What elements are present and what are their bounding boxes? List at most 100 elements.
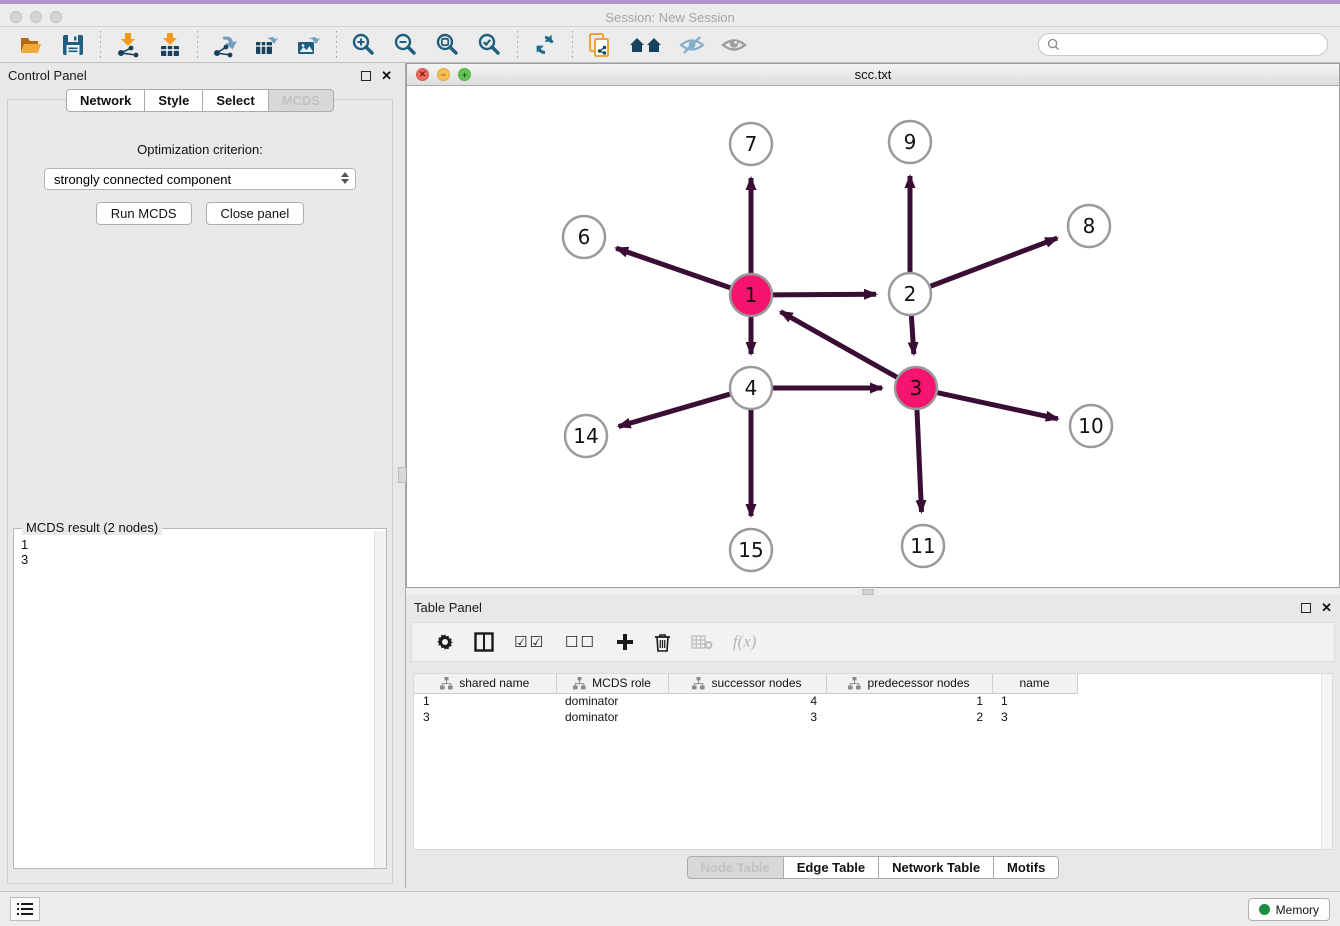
save-session-icon[interactable] bbox=[60, 32, 86, 58]
export-image-icon[interactable] bbox=[296, 32, 322, 58]
delete-icon[interactable] bbox=[654, 633, 671, 652]
run-mcds-button[interactable]: Run MCDS bbox=[96, 202, 192, 225]
mcds-result-text[interactable]: 1 3 bbox=[14, 531, 374, 868]
edge-2-8[interactable] bbox=[928, 238, 1057, 287]
open-session-icon[interactable] bbox=[18, 32, 44, 58]
close-panel-icon[interactable]: ✕ bbox=[381, 68, 392, 84]
home-layout-icon[interactable] bbox=[629, 32, 663, 58]
columns-icon[interactable] bbox=[474, 632, 494, 652]
show-all-icon[interactable] bbox=[721, 32, 747, 58]
cell-name[interactable]: 3 bbox=[992, 709, 1077, 725]
edge-1-6[interactable] bbox=[616, 248, 733, 289]
unselect-all-icon[interactable]: ☐☐ bbox=[565, 633, 596, 651]
tab-node-table[interactable]: Node Table bbox=[687, 856, 783, 879]
memory-button[interactable]: Memory bbox=[1248, 898, 1330, 921]
refresh-icon[interactable] bbox=[532, 32, 558, 58]
edge-4-14[interactable] bbox=[619, 393, 733, 426]
duplicate-network-icon[interactable] bbox=[587, 32, 613, 58]
search-icon bbox=[1047, 38, 1060, 51]
edge-3-11[interactable] bbox=[917, 407, 922, 512]
column-header-MCDS-role[interactable]: MCDS role bbox=[556, 674, 668, 693]
toolbar-separator bbox=[572, 31, 573, 59]
graph-node-14[interactable]: 14 bbox=[565, 415, 607, 457]
svg-text:2: 2 bbox=[904, 282, 917, 306]
export-network-icon[interactable] bbox=[212, 32, 238, 58]
export-table-icon[interactable] bbox=[254, 32, 280, 58]
select-all-icon[interactable]: ☑☑ bbox=[514, 633, 545, 651]
add-column-icon[interactable] bbox=[616, 633, 634, 651]
close-panel-button[interactable]: Close panel bbox=[206, 202, 305, 225]
svg-text:3: 3 bbox=[910, 376, 923, 400]
graph-node-10[interactable]: 10 bbox=[1070, 405, 1112, 447]
close-table-panel-icon[interactable]: ✕ bbox=[1321, 600, 1332, 616]
table-panel: Table Panel ✕ ☑☑ ☐☐ f(x) shared nameMCDS… bbox=[406, 595, 1340, 888]
tab-motifs[interactable]: Motifs bbox=[993, 856, 1059, 879]
table-row[interactable]: 3dominator323 bbox=[414, 709, 1077, 725]
task-history-button[interactable] bbox=[10, 897, 40, 921]
cell-predecessor-nodes[interactable]: 1 bbox=[826, 693, 992, 709]
graph-node-4[interactable]: 4 bbox=[730, 367, 772, 409]
memory-status-icon bbox=[1259, 904, 1270, 915]
tab-network-table[interactable]: Network Table bbox=[878, 856, 993, 879]
graph-node-3[interactable]: 3 bbox=[895, 367, 937, 409]
gear-icon[interactable] bbox=[436, 633, 454, 651]
column-header-name[interactable]: name bbox=[992, 674, 1077, 693]
zoom-out-icon[interactable] bbox=[393, 32, 419, 58]
graph-node-8[interactable]: 8 bbox=[1068, 205, 1110, 247]
memory-label: Memory bbox=[1276, 903, 1319, 917]
toolbar-separator bbox=[197, 31, 198, 59]
graph-node-6[interactable]: 6 bbox=[563, 216, 605, 258]
edge-3-1[interactable] bbox=[781, 312, 900, 379]
tab-network[interactable]: Network bbox=[66, 89, 144, 112]
graph-node-15[interactable]: 15 bbox=[730, 529, 772, 571]
table-scrollbar[interactable] bbox=[1321, 674, 1332, 849]
tab-select[interactable]: Select bbox=[202, 89, 267, 112]
search-box[interactable] bbox=[1038, 33, 1328, 56]
cell-MCDS-role[interactable]: dominator bbox=[556, 693, 668, 709]
float-table-panel-icon[interactable] bbox=[1301, 603, 1311, 613]
optimization-criterion-select[interactable]: strongly connected component bbox=[44, 168, 356, 190]
edge-3-10[interactable] bbox=[935, 392, 1058, 419]
result-scrollbar[interactable] bbox=[374, 531, 386, 868]
graph-node-7[interactable]: 7 bbox=[730, 123, 772, 165]
selected-option: strongly connected component bbox=[54, 172, 231, 187]
graph-node-2[interactable]: 2 bbox=[889, 273, 931, 315]
svg-text:15: 15 bbox=[738, 538, 763, 562]
network-canvas[interactable]: 1 2 3 4 6 7 8 9 10 11 14 15 bbox=[407, 86, 1339, 587]
import-table-icon[interactable] bbox=[157, 32, 183, 58]
graph-node-9[interactable]: 9 bbox=[889, 121, 931, 163]
network-window-titlebar[interactable]: ✕ − + scc.txt bbox=[407, 64, 1339, 86]
function-builder-icon[interactable]: f(x) bbox=[733, 632, 757, 652]
edge-2-3[interactable] bbox=[911, 313, 914, 354]
horizontal-splitter[interactable] bbox=[406, 588, 1340, 595]
cell-shared-name[interactable]: 1 bbox=[414, 693, 556, 709]
control-panel-title: Control Panel bbox=[8, 68, 87, 83]
import-network-icon[interactable] bbox=[115, 32, 141, 58]
cell-predecessor-nodes[interactable]: 2 bbox=[826, 709, 992, 725]
hide-selected-icon[interactable] bbox=[679, 32, 705, 58]
cell-name[interactable]: 1 bbox=[992, 693, 1077, 709]
table-row[interactable]: 1dominator411 bbox=[414, 693, 1077, 709]
zoom-in-icon[interactable] bbox=[351, 32, 377, 58]
cell-shared-name[interactable]: 3 bbox=[414, 709, 556, 725]
main-toolbar bbox=[0, 27, 1340, 63]
graph-node-1[interactable]: 1 bbox=[730, 274, 772, 316]
delete-table-icon[interactable] bbox=[691, 634, 713, 650]
column-header-shared-name[interactable]: shared name bbox=[414, 674, 556, 693]
tab-edge-table[interactable]: Edge Table bbox=[783, 856, 878, 879]
toolbar-separator bbox=[517, 31, 518, 59]
edge-1-2[interactable] bbox=[770, 294, 876, 295]
graph-node-11[interactable]: 11 bbox=[902, 525, 944, 567]
toolbar-separator bbox=[100, 31, 101, 59]
float-panel-icon[interactable] bbox=[361, 71, 371, 81]
search-input[interactable] bbox=[1065, 38, 1319, 52]
cell-MCDS-role[interactable]: dominator bbox=[556, 709, 668, 725]
column-header-predecessor-nodes[interactable]: predecessor nodes bbox=[826, 674, 992, 693]
zoom-fit-icon[interactable] bbox=[435, 32, 461, 58]
column-header-successor-nodes[interactable]: successor nodes bbox=[668, 674, 826, 693]
tab-style[interactable]: Style bbox=[144, 89, 202, 112]
tab-mcds[interactable]: MCDS bbox=[268, 89, 334, 112]
zoom-selected-icon[interactable] bbox=[477, 32, 503, 58]
cell-successor-nodes[interactable]: 3 bbox=[668, 709, 826, 725]
cell-successor-nodes[interactable]: 4 bbox=[668, 693, 826, 709]
